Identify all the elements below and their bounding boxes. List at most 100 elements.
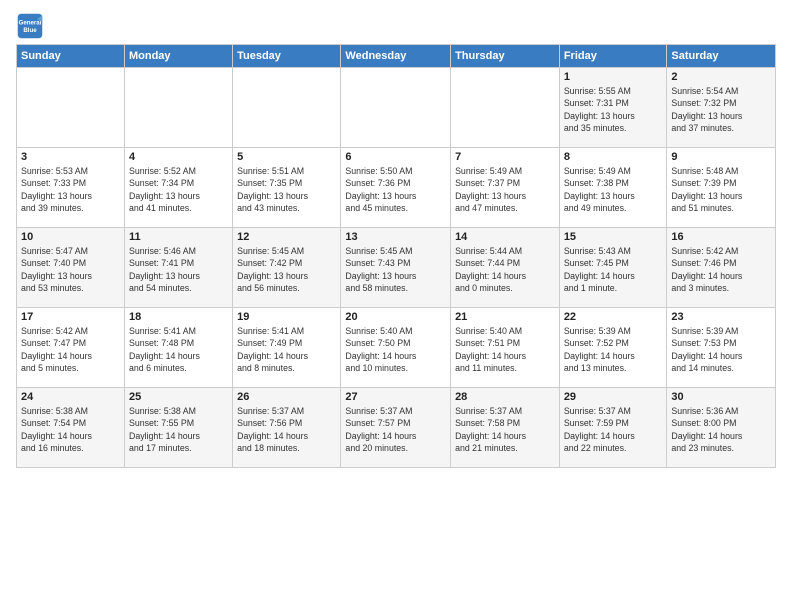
day-number: 4 xyxy=(129,151,228,163)
calendar-cell: 17 Sunrise: 5:42 AM Sunset: 7:47 PM Dayli… xyxy=(17,308,125,388)
calendar-cell xyxy=(233,68,341,148)
day-number: 8 xyxy=(564,151,663,163)
day-info: Sunrise: 5:37 AM Sunset: 7:56 PM Dayligh… xyxy=(237,405,336,454)
header-row: SundayMondayTuesdayWednesdayThursdayFrid… xyxy=(17,45,776,68)
day-info: Sunrise: 5:38 AM Sunset: 7:54 PM Dayligh… xyxy=(21,405,120,454)
week-row: 24 Sunrise: 5:38 AM Sunset: 7:54 PM Dayli… xyxy=(17,388,776,468)
logo: General Blue xyxy=(16,12,48,40)
day-info: Sunrise: 5:37 AM Sunset: 7:58 PM Dayligh… xyxy=(455,405,555,454)
day-number: 11 xyxy=(129,231,228,243)
calendar-cell: 5 Sunrise: 5:51 AM Sunset: 7:35 PM Daylig… xyxy=(233,148,341,228)
calendar-cell: 13 Sunrise: 5:45 AM Sunset: 7:43 PM Dayli… xyxy=(341,228,451,308)
calendar-cell: 25 Sunrise: 5:38 AM Sunset: 7:55 PM Dayli… xyxy=(124,388,232,468)
day-number: 3 xyxy=(21,151,120,163)
day-number: 6 xyxy=(345,151,446,163)
day-info: Sunrise: 5:45 AM Sunset: 7:43 PM Dayligh… xyxy=(345,245,446,294)
day-number: 5 xyxy=(237,151,336,163)
week-row: 1Sunrise: 5:55 AM Sunset: 7:31 PM Daylig… xyxy=(17,68,776,148)
day-info: Sunrise: 5:42 AM Sunset: 7:47 PM Dayligh… xyxy=(21,325,120,374)
header-day-monday: Monday xyxy=(124,45,232,68)
calendar-cell: 28 Sunrise: 5:37 AM Sunset: 7:58 PM Dayli… xyxy=(451,388,560,468)
day-number: 20 xyxy=(345,311,446,323)
header-day-friday: Friday xyxy=(559,45,667,68)
calendar-cell: 4 Sunrise: 5:52 AM Sunset: 7:34 PM Daylig… xyxy=(124,148,232,228)
calendar-cell xyxy=(124,68,232,148)
day-info: Sunrise: 5:39 AM Sunset: 7:53 PM Dayligh… xyxy=(671,325,771,374)
day-number: 16 xyxy=(671,231,771,243)
svg-text:General: General xyxy=(19,19,42,26)
day-info: Sunrise: 5:40 AM Sunset: 7:50 PM Dayligh… xyxy=(345,325,446,374)
day-info: Sunrise: 5:46 AM Sunset: 7:41 PM Dayligh… xyxy=(129,245,228,294)
calendar-cell: 21Sunrise: 5:40 AM Sunset: 7:51 PM Dayli… xyxy=(451,308,560,388)
day-info: Sunrise: 5:41 AM Sunset: 7:48 PM Dayligh… xyxy=(129,325,228,374)
day-number: 22 xyxy=(564,311,663,323)
day-number: 7 xyxy=(455,151,555,163)
calendar-cell: 15 Sunrise: 5:43 AM Sunset: 7:45 PM Dayli… xyxy=(559,228,667,308)
day-info: Sunrise: 5:47 AM Sunset: 7:40 PM Dayligh… xyxy=(21,245,120,294)
calendar-cell: 10 Sunrise: 5:47 AM Sunset: 7:40 PM Dayli… xyxy=(17,228,125,308)
day-info: Sunrise: 5:51 AM Sunset: 7:35 PM Dayligh… xyxy=(237,165,336,214)
day-info: Sunrise: 5:42 AM Sunset: 7:46 PM Dayligh… xyxy=(671,245,771,294)
day-info: Sunrise: 5:49 AM Sunset: 7:37 PM Dayligh… xyxy=(455,165,555,214)
day-number: 27 xyxy=(345,391,446,403)
calendar-cell: 29 Sunrise: 5:37 AM Sunset: 7:59 PM Dayli… xyxy=(559,388,667,468)
day-number: 14 xyxy=(455,231,555,243)
header-day-sunday: Sunday xyxy=(17,45,125,68)
calendar-cell: 24 Sunrise: 5:38 AM Sunset: 7:54 PM Dayli… xyxy=(17,388,125,468)
calendar-cell: 2 Sunrise: 5:54 AM Sunset: 7:32 PM Daylig… xyxy=(667,68,776,148)
week-row: 10 Sunrise: 5:47 AM Sunset: 7:40 PM Dayli… xyxy=(17,228,776,308)
day-info: Sunrise: 5:37 AM Sunset: 7:59 PM Dayligh… xyxy=(564,405,663,454)
day-info: Sunrise: 5:53 AM Sunset: 7:33 PM Dayligh… xyxy=(21,165,120,214)
day-number: 24 xyxy=(21,391,120,403)
week-row: 3 Sunrise: 5:53 AM Sunset: 7:33 PM Daylig… xyxy=(17,148,776,228)
day-info: Sunrise: 5:54 AM Sunset: 7:32 PM Dayligh… xyxy=(671,85,771,134)
day-number: 30 xyxy=(671,391,771,403)
calendar-cell: 1Sunrise: 5:55 AM Sunset: 7:31 PM Daylig… xyxy=(559,68,667,148)
day-number: 19 xyxy=(237,311,336,323)
day-info: Sunrise: 5:43 AM Sunset: 7:45 PM Dayligh… xyxy=(564,245,663,294)
day-info: Sunrise: 5:37 AM Sunset: 7:57 PM Dayligh… xyxy=(345,405,446,454)
calendar-cell xyxy=(451,68,560,148)
day-info: Sunrise: 5:36 AM Sunset: 8:00 PM Dayligh… xyxy=(671,405,771,454)
day-number: 18 xyxy=(129,311,228,323)
day-number: 28 xyxy=(455,391,555,403)
svg-text:Blue: Blue xyxy=(23,27,37,34)
day-number: 9 xyxy=(671,151,771,163)
day-number: 23 xyxy=(671,311,771,323)
day-number: 25 xyxy=(129,391,228,403)
calendar-cell: 6 Sunrise: 5:50 AM Sunset: 7:36 PM Daylig… xyxy=(341,148,451,228)
day-number: 26 xyxy=(237,391,336,403)
header-day-thursday: Thursday xyxy=(451,45,560,68)
calendar-cell: 12 Sunrise: 5:45 AM Sunset: 7:42 PM Dayli… xyxy=(233,228,341,308)
day-info: Sunrise: 5:41 AM Sunset: 7:49 PM Dayligh… xyxy=(237,325,336,374)
calendar-page: General Blue SundayMondayTuesdayWednesda… xyxy=(0,0,792,476)
day-number: 13 xyxy=(345,231,446,243)
day-number: 17 xyxy=(21,311,120,323)
calendar-cell: 19 Sunrise: 5:41 AM Sunset: 7:49 PM Dayli… xyxy=(233,308,341,388)
calendar-cell xyxy=(17,68,125,148)
day-number: 12 xyxy=(237,231,336,243)
calendar-cell: 30 Sunrise: 5:36 AM Sunset: 8:00 PM Dayli… xyxy=(667,388,776,468)
day-info: Sunrise: 5:38 AM Sunset: 7:55 PM Dayligh… xyxy=(129,405,228,454)
calendar-cell: 20 Sunrise: 5:40 AM Sunset: 7:50 PM Dayli… xyxy=(341,308,451,388)
day-info: Sunrise: 5:55 AM Sunset: 7:31 PM Dayligh… xyxy=(564,85,663,134)
calendar-cell: 23 Sunrise: 5:39 AM Sunset: 7:53 PM Dayli… xyxy=(667,308,776,388)
logo-icon: General Blue xyxy=(16,12,44,40)
calendar-cell: 11 Sunrise: 5:46 AM Sunset: 7:41 PM Dayli… xyxy=(124,228,232,308)
day-number: 2 xyxy=(671,71,771,83)
day-info: Sunrise: 5:48 AM Sunset: 7:39 PM Dayligh… xyxy=(671,165,771,214)
calendar-cell: 22Sunrise: 5:39 AM Sunset: 7:52 PM Dayli… xyxy=(559,308,667,388)
header: General Blue xyxy=(16,12,776,40)
day-info: Sunrise: 5:49 AM Sunset: 7:38 PM Dayligh… xyxy=(564,165,663,214)
day-number: 15 xyxy=(564,231,663,243)
day-number: 21 xyxy=(455,311,555,323)
calendar-cell: 8 Sunrise: 5:49 AM Sunset: 7:38 PM Daylig… xyxy=(559,148,667,228)
week-row: 17 Sunrise: 5:42 AM Sunset: 7:47 PM Dayli… xyxy=(17,308,776,388)
calendar-table: SundayMondayTuesdayWednesdayThursdayFrid… xyxy=(16,44,776,468)
day-number: 10 xyxy=(21,231,120,243)
calendar-cell: 9 Sunrise: 5:48 AM Sunset: 7:39 PM Daylig… xyxy=(667,148,776,228)
day-info: Sunrise: 5:50 AM Sunset: 7:36 PM Dayligh… xyxy=(345,165,446,214)
day-info: Sunrise: 5:52 AM Sunset: 7:34 PM Dayligh… xyxy=(129,165,228,214)
day-info: Sunrise: 5:45 AM Sunset: 7:42 PM Dayligh… xyxy=(237,245,336,294)
day-number: 29 xyxy=(564,391,663,403)
